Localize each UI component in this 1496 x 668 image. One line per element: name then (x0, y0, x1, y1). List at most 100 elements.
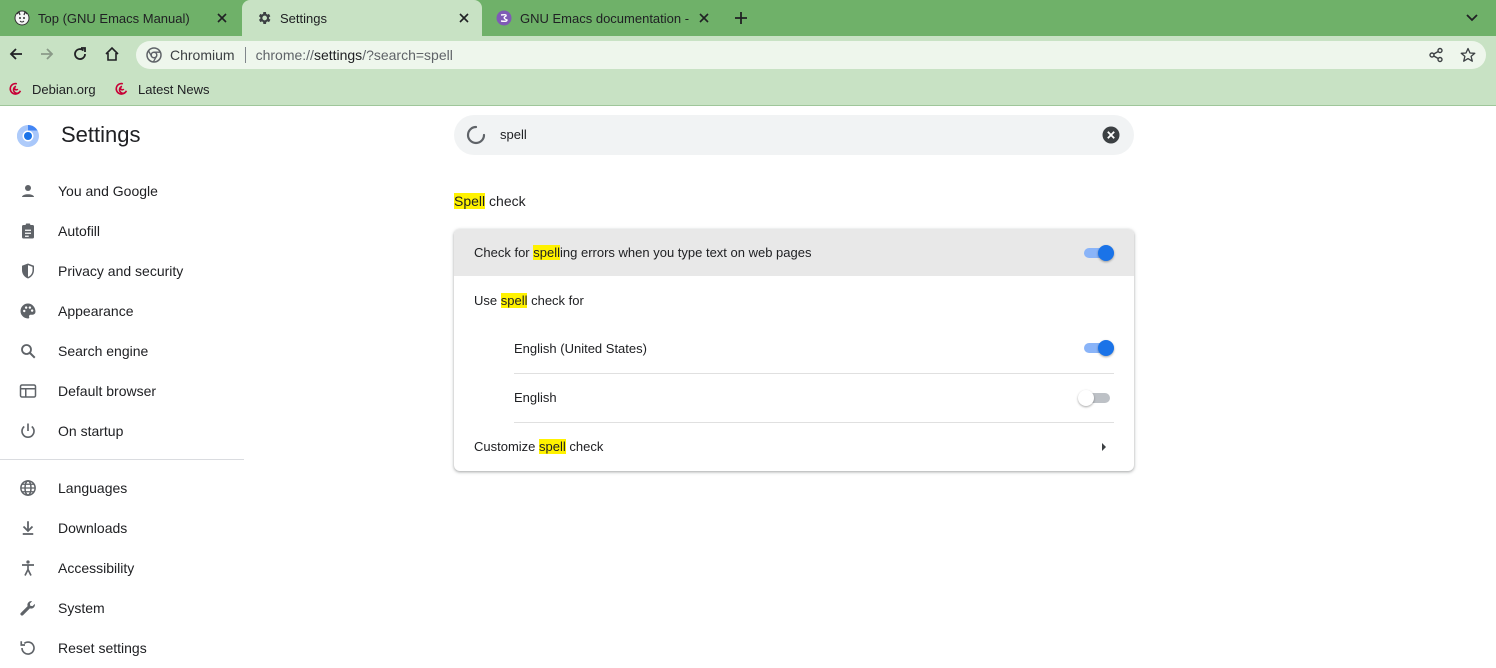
new-tab-button[interactable] (731, 8, 751, 28)
tab-title: Settings (280, 10, 327, 26)
sidebar-item-label: Reset settings (58, 640, 147, 656)
sidebar-item-label: Appearance (58, 303, 134, 319)
row-customize-spell-check[interactable]: Customize spell check (454, 422, 1134, 471)
shield-icon (18, 261, 38, 281)
section-title-spell-check: Spell check (454, 193, 526, 209)
accessibility-icon (18, 558, 38, 578)
reset-icon (18, 638, 38, 658)
sidebar-item-system[interactable]: System (0, 588, 244, 628)
sidebar-item-label: You and Google (58, 183, 158, 199)
omnibox-origin: Chromium (170, 47, 235, 63)
tab-search-button[interactable] (1462, 8, 1482, 28)
tab-emacs-docs[interactable]: GNU Emacs documentation - (482, 0, 722, 36)
clear-search-icon[interactable] (1102, 126, 1120, 144)
spell-check-card: Check for spelling errors when you type … (454, 229, 1134, 471)
download-icon (18, 518, 38, 538)
sidebar-item-default-browser[interactable]: Default browser (0, 371, 244, 411)
chromium-logo-icon[interactable] (146, 47, 162, 63)
sidebar-item-label: Accessibility (58, 560, 135, 576)
search-icon (18, 341, 38, 361)
sidebar-item-accessibility[interactable]: Accessibility (0, 548, 244, 588)
bookmark-star-icon[interactable] (1458, 45, 1478, 65)
row-check-spelling[interactable]: Check for spelling errors when you type … (454, 229, 1134, 276)
arrow-right-icon (41, 48, 54, 60)
bookmark-label: Latest News (138, 81, 210, 97)
share-icon[interactable] (1426, 45, 1446, 65)
globe-icon (18, 478, 38, 498)
bookmark-label: Debian.org (32, 81, 96, 97)
arrow-left-icon (9, 48, 22, 60)
tab-title: Top (GNU Emacs Manual) (38, 10, 190, 26)
forward-button[interactable] (35, 42, 59, 66)
sidebar-item-label: Default browser (58, 383, 157, 399)
sidebar-item-reset-settings[interactable]: Reset settings (0, 628, 244, 668)
person-icon (18, 181, 38, 201)
url-path: /?search=spell (362, 47, 453, 63)
close-icon[interactable] (696, 10, 712, 26)
sidebar-item-languages[interactable]: Languages (0, 468, 244, 508)
power-icon (18, 421, 38, 441)
sidebar-item-label: Privacy and security (58, 263, 184, 279)
sidebar-item-label: Downloads (58, 520, 128, 536)
close-icon[interactable] (456, 10, 472, 26)
tab-emacs-manual[interactable]: Top (GNU Emacs Manual) (0, 0, 240, 36)
debian-swirl-icon (114, 81, 130, 97)
home-button[interactable] (100, 42, 124, 66)
sidebar-item-label: Autofill (58, 223, 101, 239)
sidebar-item-appearance[interactable]: Appearance (0, 291, 244, 331)
tab-strip: Top (GNU Emacs Manual) Settings GNU Emac… (0, 0, 1496, 36)
sidebar-item-on-startup[interactable]: On startup (0, 411, 244, 451)
sidebar-item-label: On startup (58, 423, 124, 439)
wrench-icon (18, 598, 38, 618)
back-button[interactable] (4, 42, 28, 66)
debian-swirl-icon (8, 81, 24, 97)
row-label: Check for spelling errors when you type … (474, 245, 812, 260)
page-title: Settings (61, 122, 141, 147)
sidebar-item-search-engine[interactable]: Search engine (0, 331, 244, 371)
row-label: English (United States) (514, 340, 647, 356)
home-icon (105, 46, 119, 61)
row-label: Use spell check for (474, 292, 584, 308)
close-icon[interactable] (214, 10, 230, 26)
sidebar-divider (0, 459, 244, 460)
sidebar-item-downloads[interactable]: Downloads (0, 508, 244, 548)
sidebar-item-autofill[interactable]: Autofill (0, 211, 244, 251)
row-language-english[interactable]: English (454, 373, 1134, 422)
chromium-logo-icon (16, 124, 40, 148)
omnibox-divider (244, 47, 246, 63)
gear-icon (256, 10, 272, 26)
sidebar-item-label: System (58, 600, 105, 616)
bookmark-latest-news[interactable]: Latest News (114, 80, 210, 98)
tab-settings[interactable]: Settings (242, 0, 482, 36)
gnu-head-icon (14, 10, 30, 26)
url-host: settings (313, 47, 363, 63)
sidebar-item-label: Languages (58, 480, 128, 496)
sidebar-item-you-and-google[interactable]: You and Google (0, 171, 244, 211)
sidebar-item-privacy-security[interactable]: Privacy and security (0, 251, 244, 291)
clipboard-icon (18, 221, 38, 241)
row-label: Customize spell check (474, 439, 604, 454)
tab-title: GNU Emacs documentation - (520, 10, 690, 26)
row-label: English (514, 390, 557, 405)
emacs-icon (496, 10, 512, 26)
search-input[interactable]: spell (500, 127, 527, 142)
bookmark-debian-org[interactable]: Debian.org (8, 80, 96, 98)
row-use-spell-check-for: Use spell check for (454, 276, 1134, 324)
address-bar[interactable]: Chromium chrome://settings/?search=spell (136, 41, 1486, 69)
section-title-rest: check (485, 193, 526, 209)
sidebar-item-label: Search engine (58, 343, 149, 359)
english-us-toggle[interactable] (1082, 338, 1116, 358)
browser-window-icon (18, 381, 38, 401)
settings-search-field[interactable]: spell (454, 115, 1134, 155)
reload-icon (74, 47, 86, 60)
palette-icon (18, 301, 38, 321)
arrow-right-icon (1102, 443, 1106, 451)
bookmarks-bar: Debian.org Latest News (0, 72, 1496, 106)
loading-spinner-icon (466, 125, 486, 145)
reload-button[interactable] (68, 42, 92, 66)
search-highlight: Spell (454, 193, 486, 209)
url-scheme: chrome:// (255, 47, 314, 63)
row-language-english-us[interactable]: English (United States) (454, 324, 1134, 372)
english-toggle[interactable] (1078, 388, 1112, 408)
spell-check-toggle[interactable] (1082, 243, 1116, 263)
